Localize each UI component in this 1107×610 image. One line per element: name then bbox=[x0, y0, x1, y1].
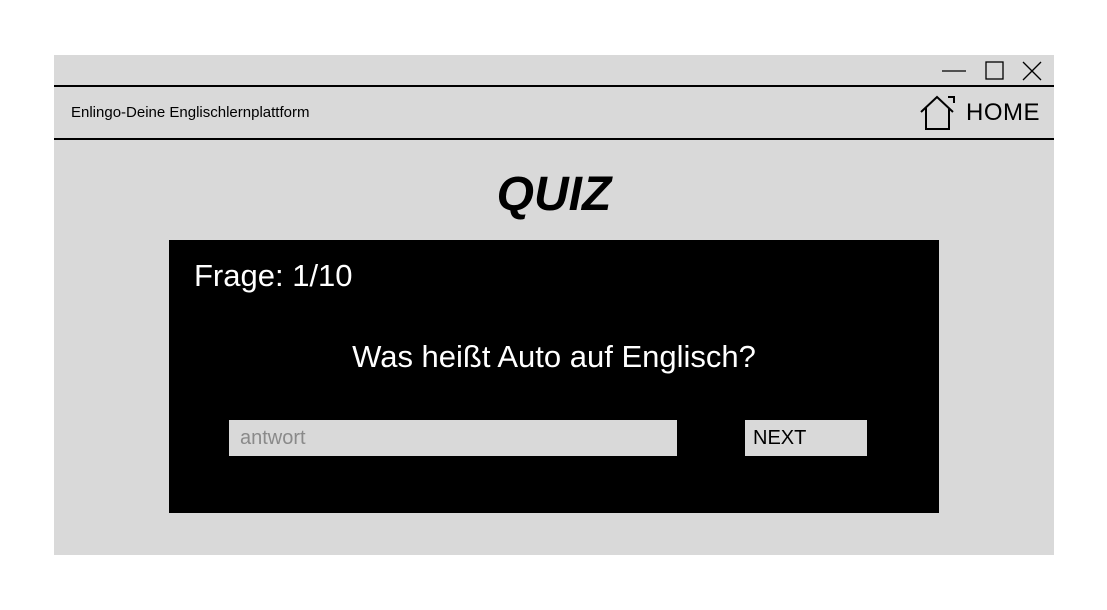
next-button[interactable]: NEXT bbox=[745, 420, 867, 456]
app-title: Enlingo-Deine Englischlernplattform bbox=[71, 104, 310, 121]
maximize-icon[interactable] bbox=[983, 60, 1007, 82]
window-titlebar bbox=[54, 55, 1054, 87]
home-label: HOME bbox=[966, 99, 1040, 126]
app-window: Enlingo-Deine Englischlernplattform HOME… bbox=[54, 55, 1054, 555]
question-counter: Frage: 1/10 bbox=[194, 258, 353, 293]
home-icon bbox=[920, 95, 955, 130]
close-icon[interactable] bbox=[1020, 60, 1044, 82]
question-text: Was heißt Auto auf Englisch? bbox=[352, 339, 756, 374]
navigation-bar: Enlingo-Deine Englischlernplattform HOME bbox=[54, 87, 1054, 140]
minimize-icon[interactable] bbox=[942, 60, 966, 82]
quiz-card: Frage: 1/10 Was heißt Auto auf Englisch?… bbox=[169, 240, 939, 513]
page-title: QUIZ bbox=[496, 168, 612, 221]
home-button[interactable]: HOME bbox=[918, 94, 1040, 132]
answer-input[interactable] bbox=[229, 420, 677, 456]
